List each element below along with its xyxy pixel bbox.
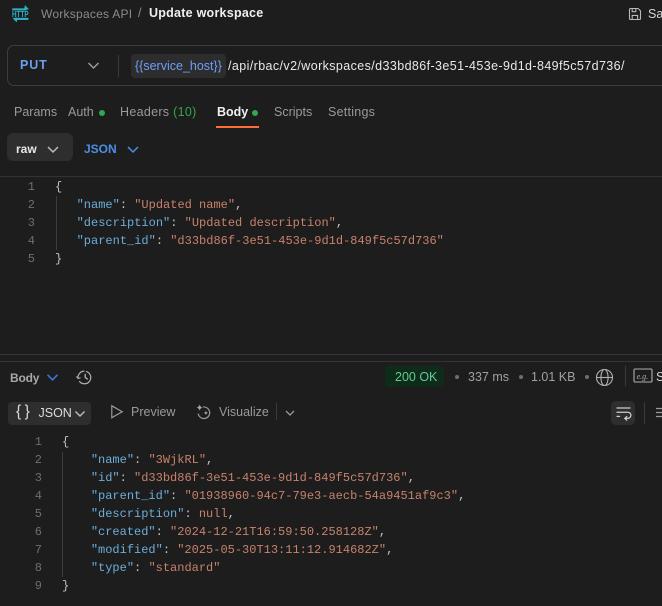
svg-text:HTTP: HTTP <box>12 9 29 19</box>
svg-text:e.g.: e.g. <box>637 372 649 381</box>
